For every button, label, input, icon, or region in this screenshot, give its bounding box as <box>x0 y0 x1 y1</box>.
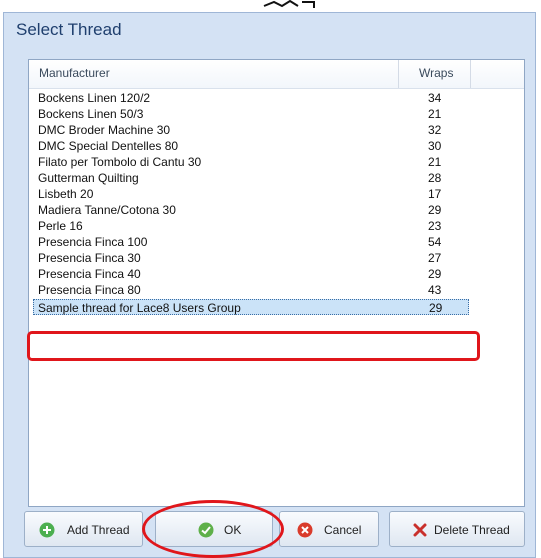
manufacturer-cell: Bockens Linen 120/2 <box>38 91 151 105</box>
list-item[interactable]: Presencia Finca 40 29 <box>33 266 469 282</box>
wraps-cell: 28 <box>428 171 442 185</box>
delete-thread-label: Delete Thread <box>434 523 510 537</box>
list-item[interactable]: Presencia Finca 30 27 <box>33 250 469 266</box>
list-header: Manufacturer Wraps <box>29 60 524 89</box>
wraps-cell: 27 <box>428 251 442 265</box>
wraps-cell: 23 <box>428 219 442 233</box>
list-item[interactable]: Presencia Finca 100 54 <box>33 234 469 250</box>
list-item[interactable]: Presencia Finca 80 43 <box>33 282 469 298</box>
scissors-x-icon <box>413 523 427 537</box>
column-header-wraps[interactable]: Wraps <box>399 60 471 88</box>
add-thread-button[interactable]: Add Thread <box>24 511 143 547</box>
wraps-cell: 30 <box>428 139 442 153</box>
list-item[interactable]: Gutterman Quilting 28 <box>33 170 469 186</box>
list-item[interactable]: Lisbeth 20 17 <box>33 186 469 202</box>
ok-annotation-ellipse <box>142 500 284 558</box>
wraps-cell: 21 <box>428 107 442 121</box>
list-item[interactable]: Madiera Tanne/Cotona 30 29 <box>33 202 469 218</box>
manufacturer-cell: Madiera Tanne/Cotona 30 <box>38 203 176 217</box>
wraps-cell: 29 <box>429 301 443 315</box>
select-thread-dialog: Select Thread Manufacturer Wraps Bockens… <box>3 12 536 558</box>
list-item-selected[interactable]: Sample thread for Lace8 Users Group 29 <box>33 299 469 315</box>
manufacturer-cell: Presencia Finca 100 <box>38 235 148 249</box>
list-item[interactable]: Filato per Tombolo di Cantu 30 21 <box>33 154 469 170</box>
list-item[interactable]: DMC Special Dentelles 80 30 <box>33 138 469 154</box>
thread-list[interactable]: Manufacturer Wraps Bockens Linen 120/2 3… <box>28 59 525 507</box>
cancel-button[interactable]: Cancel <box>279 511 379 547</box>
manufacturer-cell: DMC Broder Machine 30 <box>38 123 171 137</box>
top-decoration-icon <box>263 0 315 8</box>
wraps-cell: 17 <box>428 187 442 201</box>
wraps-cell: 43 <box>428 283 442 297</box>
manufacturer-cell: Presencia Finca 30 <box>38 251 141 265</box>
x-circle-icon <box>297 522 313 538</box>
list-item[interactable]: Bockens Linen 50/3 21 <box>33 106 469 122</box>
manufacturer-cell: Filato per Tombolo di Cantu 30 <box>38 155 202 169</box>
plus-circle-icon <box>39 522 55 538</box>
manufacturer-cell: Bockens Linen 50/3 <box>38 107 144 121</box>
delete-thread-button[interactable]: Delete Thread <box>389 511 525 547</box>
column-header-manufacturer[interactable]: Manufacturer <box>29 60 399 88</box>
wraps-cell: 54 <box>428 235 442 249</box>
selection-annotation-box <box>27 331 480 361</box>
wraps-cell: 21 <box>428 155 442 169</box>
cancel-label: Cancel <box>324 523 362 537</box>
list-item[interactable]: Perle 16 23 <box>33 218 469 234</box>
wraps-cell: 29 <box>428 267 442 281</box>
manufacturer-cell: Presencia Finca 80 <box>38 283 141 297</box>
manufacturer-cell: Presencia Finca 40 <box>38 267 141 281</box>
wraps-cell: 32 <box>428 123 442 137</box>
add-thread-label: Add Thread <box>67 523 130 537</box>
manufacturer-cell: Perle 16 <box>38 219 83 233</box>
manufacturer-cell: DMC Special Dentelles 80 <box>38 139 179 153</box>
manufacturer-cell: Gutterman Quilting <box>38 171 139 185</box>
list-item[interactable]: DMC Broder Machine 30 32 <box>33 122 469 138</box>
wraps-cell: 34 <box>428 91 442 105</box>
manufacturer-cell: Sample thread for Lace8 Users Group <box>38 301 241 315</box>
list-item[interactable]: Bockens Linen 120/2 34 <box>33 90 469 106</box>
wraps-cell: 29 <box>428 203 442 217</box>
manufacturer-cell: Lisbeth 20 <box>38 187 94 201</box>
dialog-title: Select Thread <box>16 20 122 39</box>
